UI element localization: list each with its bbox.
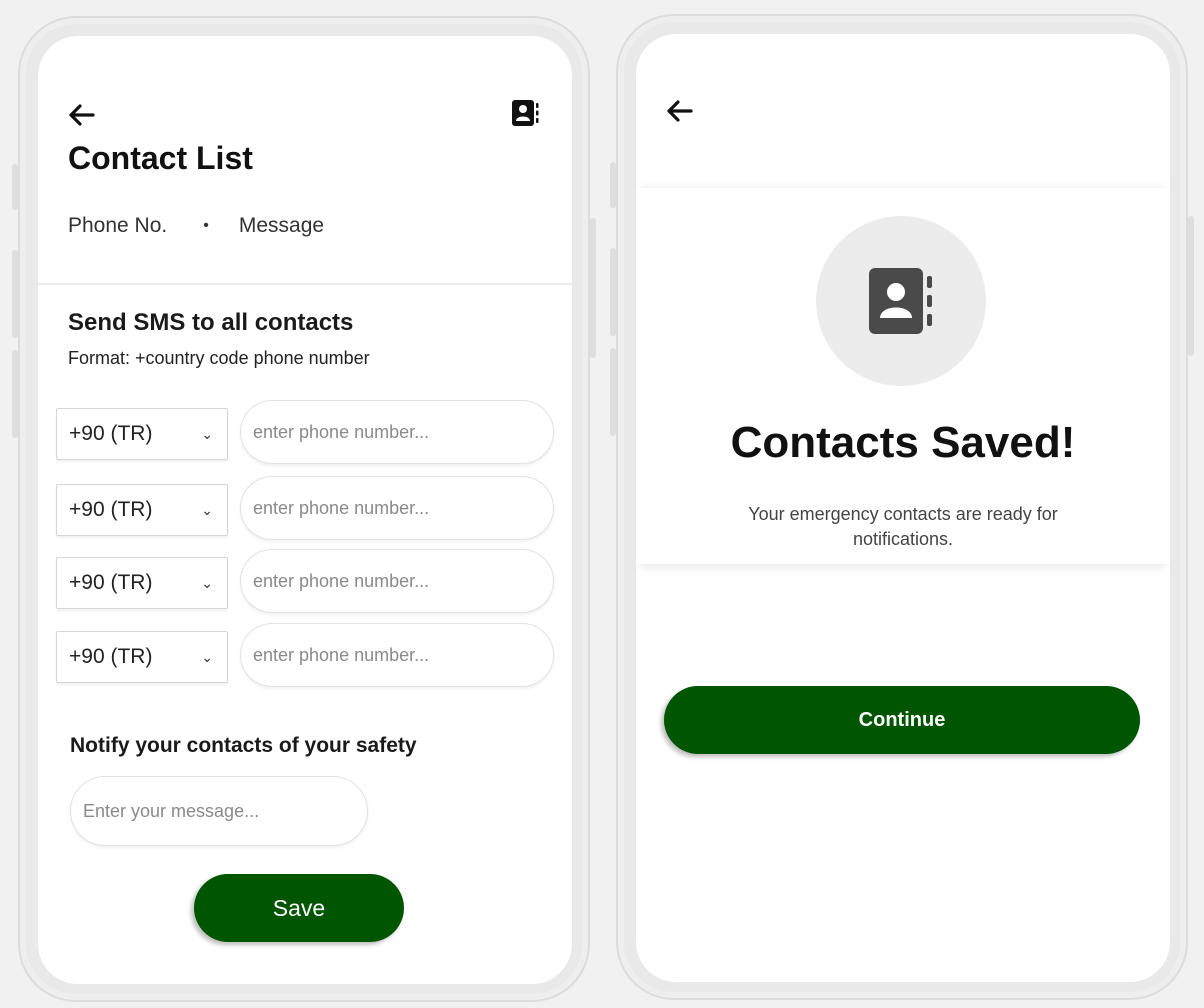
confirmation-subtitle: Your emergency contacts are ready for no… — [748, 504, 1058, 549]
section-subtitle: Format: +country code phone number — [68, 348, 370, 368]
phone-number-input[interactable] — [240, 400, 554, 464]
arrow-left-icon — [69, 104, 95, 126]
phone-entry-row: +90 (TR) ⌄ — [56, 400, 556, 464]
chevron-down-icon: ⌄ — [201, 574, 213, 591]
contacts-book-button[interactable] — [510, 98, 540, 128]
phone-side-button — [610, 248, 616, 336]
divider — [38, 283, 572, 285]
page-title: Contact List — [68, 140, 253, 176]
contacts-saved-screen: Contacts Saved! Your emergency contacts … — [636, 34, 1170, 982]
phone-side-button — [590, 218, 596, 358]
country-code-value: +90 (TR) — [69, 498, 153, 521]
country-code-value: +90 (TR) — [69, 422, 153, 445]
chevron-down-icon: ⌄ — [201, 425, 213, 442]
phone-side-button — [610, 162, 616, 208]
confirmation-title: Contacts Saved! — [730, 418, 1076, 467]
country-code-value: +90 (TR) — [69, 645, 153, 668]
chevron-down-icon: ⌄ — [201, 648, 213, 665]
tab-separator: • — [203, 217, 209, 234]
back-button[interactable] — [66, 100, 96, 130]
country-code-value: +90 (TR) — [69, 571, 153, 594]
phone-side-button — [12, 350, 18, 438]
phone-number-input[interactable] — [240, 623, 554, 687]
country-code-select[interactable]: +90 (TR) ⌄ — [56, 484, 228, 536]
phone-entry-row: +90 (TR) ⌄ — [56, 549, 556, 613]
phone-frame-contact-list: Contact List Phone No. • Message Send SM… — [12, 16, 596, 1002]
tab-message[interactable]: Message — [239, 214, 324, 238]
phone-entry-row: +90 (TR) ⌄ — [56, 476, 556, 540]
phone-side-button — [12, 250, 18, 338]
arrow-left-icon — [667, 100, 693, 122]
save-button[interactable]: Save — [194, 874, 404, 942]
phone-entry-row: +90 (TR) ⌄ — [56, 623, 556, 687]
address-book-icon — [512, 100, 539, 126]
phone-side-button — [12, 164, 18, 210]
country-code-select[interactable]: +90 (TR) ⌄ — [56, 631, 228, 683]
address-book-icon — [869, 268, 932, 334]
phone-side-button — [1188, 216, 1194, 356]
country-code-select[interactable]: +90 (TR) ⌄ — [56, 557, 228, 609]
phone-number-input[interactable] — [240, 549, 554, 613]
phone-frame-contacts-saved: Contacts Saved! Your emergency contacts … — [610, 14, 1194, 1000]
contact-list-screen: Contact List Phone No. • Message Send SM… — [38, 36, 572, 984]
phone-side-button — [610, 348, 616, 436]
tab-phone-no[interactable]: Phone No. — [68, 214, 167, 238]
back-button[interactable] — [664, 96, 694, 126]
phone-number-input[interactable] — [240, 476, 554, 540]
country-code-select[interactable]: +90 (TR) ⌄ — [56, 408, 228, 460]
tab-bar: Phone No. • Message — [68, 214, 324, 238]
chevron-down-icon: ⌄ — [201, 501, 213, 518]
notify-title: Notify your contacts of your safety — [70, 734, 417, 757]
section-title: Send SMS to all contacts — [68, 309, 354, 336]
continue-button[interactable]: Continue — [664, 686, 1140, 754]
contacts-icon-circle — [816, 216, 986, 386]
message-input[interactable] — [70, 776, 368, 846]
